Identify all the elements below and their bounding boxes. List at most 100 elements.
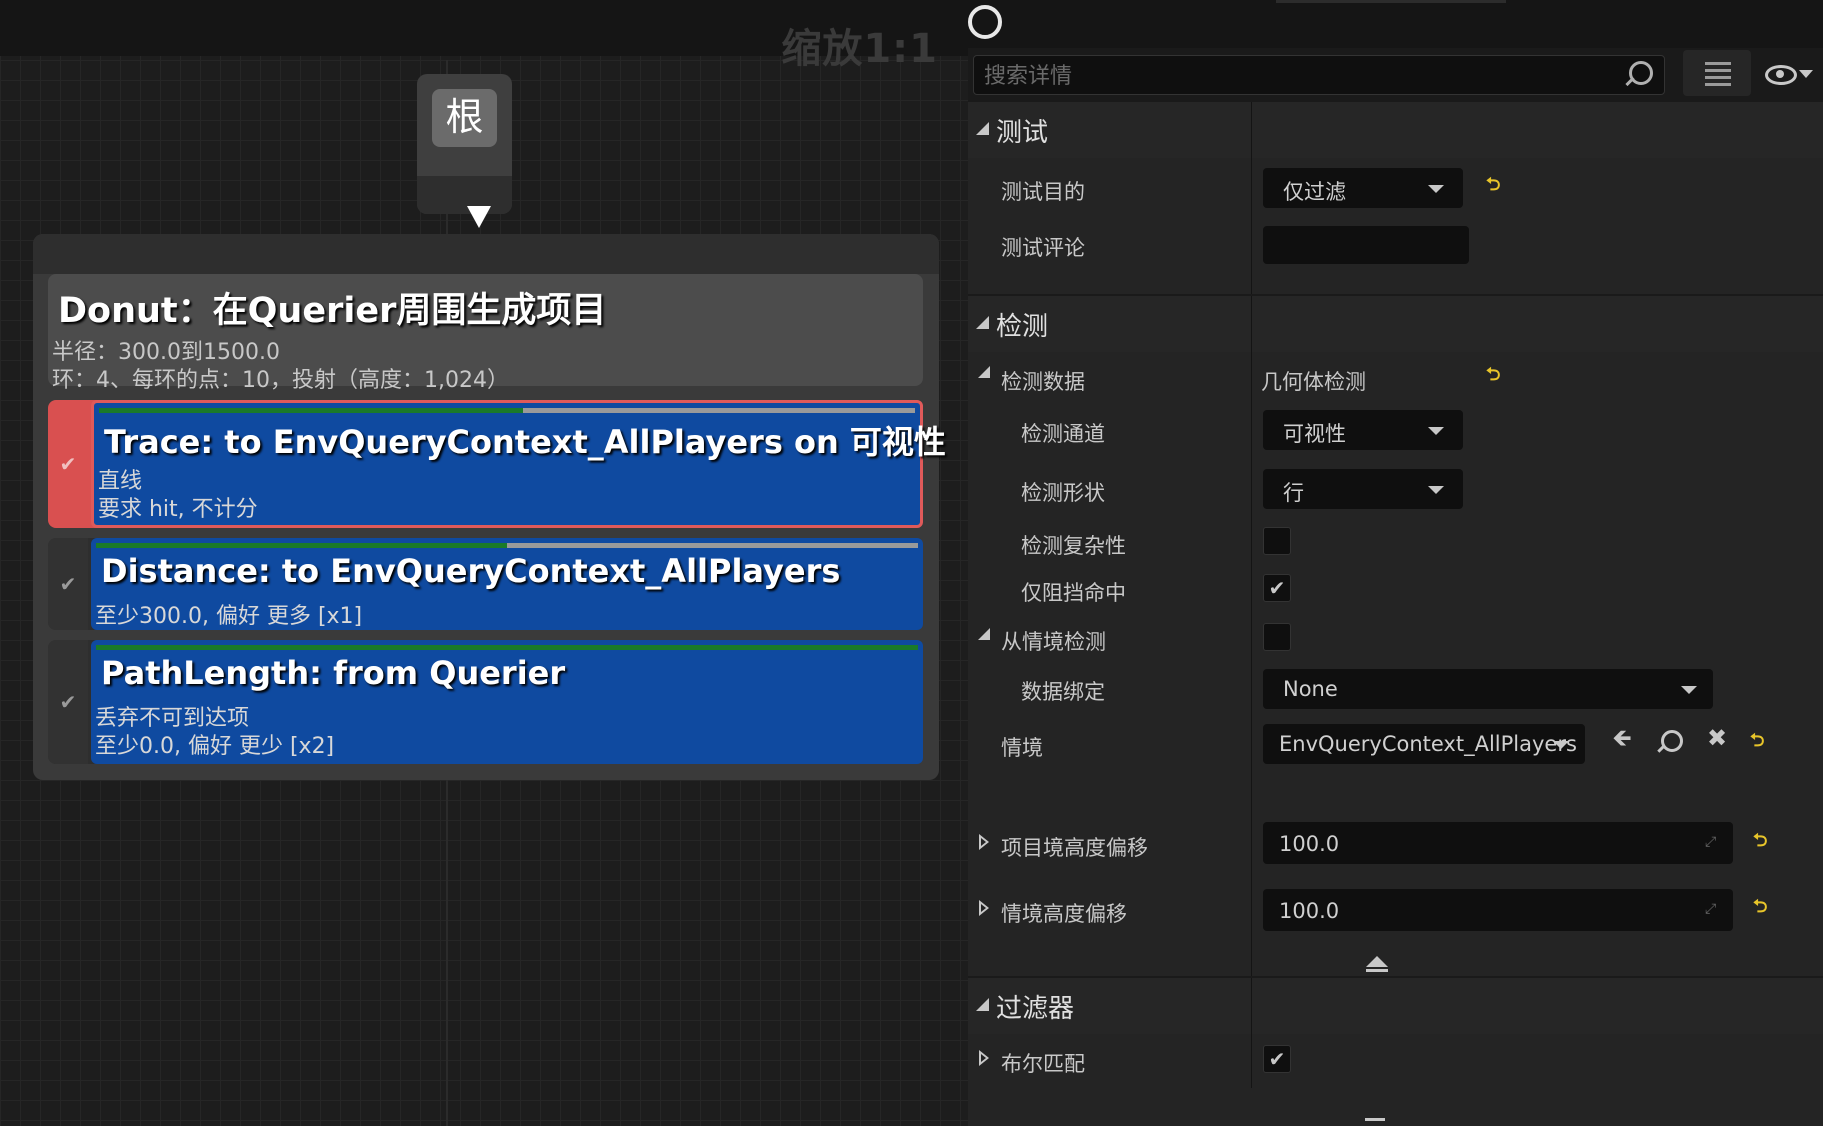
section-header-test[interactable]: 测试 <box>968 102 1823 158</box>
section-body-filter: 布尔匹配 ✔ <box>968 978 1823 1126</box>
test-body[interactable]: PathLength: from Querier 丢弃不可到达项 至少0.0, … <box>91 640 923 764</box>
expand-arrow-icon[interactable] <box>979 1050 989 1066</box>
prop-label: 项目境高度偏移 <box>1001 836 1148 860</box>
list-view-icon <box>1705 76 1731 79</box>
list-view-icon <box>1705 62 1731 65</box>
clear-x-icon[interactable]: ✖ <box>1703 724 1731 752</box>
root-node-label: 根 <box>432 89 497 147</box>
section-title: 检测 <box>996 312 1049 342</box>
number-value: 100.0 <box>1279 899 1340 923</box>
details-search[interactable] <box>973 55 1665 96</box>
context-dropdown[interactable]: EnvQueryContext_AllPlayers <box>1263 724 1585 764</box>
prop-label: 情境高度偏移 <box>1001 902 1127 926</box>
trace-from-context-checkbox[interactable] <box>1263 623 1291 651</box>
reset-arrow-icon[interactable]: ⮌ <box>1753 832 1771 850</box>
search-icon[interactable] <box>1629 61 1653 85</box>
test-weight-bar <box>99 408 915 413</box>
chevron-down-icon <box>1428 185 1444 193</box>
prop-label: 检测数据 <box>1001 370 1085 394</box>
test-body[interactable]: Trace: to EnvQueryContext_AllPlayers on … <box>91 400 946 528</box>
test-title: Trace: to EnvQueryContext_AllPlayers on … <box>104 423 946 461</box>
reset-arrow-icon[interactable]: ⮌ <box>1486 176 1504 194</box>
trace-shape-dropdown[interactable]: 行 <box>1263 469 1463 509</box>
use-selected-arrow-icon[interactable]: 🡸 <box>1608 724 1636 752</box>
root-output-arrow-icon[interactable] <box>467 206 491 228</box>
collapse-advanced-icon[interactable] <box>1366 956 1388 972</box>
dropdown-value: 仅过滤 <box>1283 180 1346 204</box>
generator-box[interactable]: Donut：在Querier周围生成项目 半径：300.0到1500.0 环：4… <box>48 274 923 393</box>
trace-channel-dropdown[interactable]: 可视性 <box>1263 410 1463 450</box>
reset-arrow-icon[interactable]: ⮌ <box>1753 898 1771 916</box>
collapse-triangle-icon <box>976 122 989 135</box>
expand-triangle-icon[interactable] <box>978 628 990 640</box>
test-detail: 至少0.0, 偏好 更少 [x2] <box>95 734 335 759</box>
graph-canvas[interactable]: 缩放1:1 根 Donut：在Querier周围生成项目 半径：300.0到15… <box>0 0 968 1126</box>
expand-corner-icon[interactable]: ⤢ <box>1705 902 1717 916</box>
chevron-down-icon <box>1428 486 1444 494</box>
details-panel: 测试 测试目的 仅过滤 ⮌ 测试评论 检测 检测数据 几何体检测 ⮌ 检测通道 … <box>968 0 1823 1126</box>
expand-corner-icon[interactable]: ⤢ <box>1705 835 1717 849</box>
section-header-trace[interactable]: 检测 <box>968 296 1823 352</box>
section-header-filter[interactable]: 过滤器 <box>968 978 1823 1034</box>
test-body[interactable]: Distance: to EnvQueryContext_AllPlayers … <box>91 538 923 630</box>
prop-label: 仅阻挡命中 <box>1021 581 1126 605</box>
list-view-button[interactable] <box>1683 50 1751 96</box>
prop-label: 测试评论 <box>1001 236 1085 260</box>
only-blocking-hits-checkbox[interactable]: ✔ <box>1263 574 1291 602</box>
reset-arrow-icon[interactable]: ⮌ <box>1750 732 1768 750</box>
test-enabled-check-icon[interactable]: ✔ <box>58 454 78 474</box>
chevron-down-icon <box>1553 741 1569 749</box>
browse-search-icon[interactable] <box>1661 730 1683 752</box>
trace-complex-checkbox[interactable] <box>1263 527 1291 555</box>
bool-match-checkbox[interactable]: ✔ <box>1263 1045 1291 1073</box>
section-body-trace: 检测数据 几何体检测 ⮌ 检测通道 可视性 检测形状 行 检测复杂性 仅阻挡命中… <box>968 296 1823 976</box>
test-comment-field[interactable] <box>1263 226 1469 264</box>
details-topbar <box>968 0 1823 48</box>
prop-label: 情境 <box>1001 736 1043 760</box>
column-divider[interactable] <box>1251 978 1252 1088</box>
generator-node[interactable]: Donut：在Querier周围生成项目 半径：300.0到1500.0 环：4… <box>33 234 946 780</box>
expand-arrow-icon[interactable] <box>979 834 989 850</box>
test-purpose-dropdown[interactable]: 仅过滤 <box>1263 168 1463 208</box>
section-title: 测试 <box>996 118 1049 148</box>
root-node-pin-area <box>417 176 512 214</box>
column-divider[interactable] <box>1251 296 1252 976</box>
test-enabled-check-icon[interactable]: ✔ <box>58 692 78 712</box>
prop-label: 检测复杂性 <box>1021 534 1126 558</box>
test-row-pathlength[interactable]: ✔ PathLength: from Querier 丢弃不可到达项 至少0.0… <box>48 640 923 764</box>
prop-label: 从情境检测 <box>1001 630 1106 654</box>
expand-arrow-icon[interactable] <box>979 900 989 916</box>
generator-rings-text: 环：4、每环的点：10，投射（高度：1,024） <box>52 368 509 393</box>
visibility-button[interactable] <box>1761 55 1821 91</box>
chevron-down-icon <box>1799 70 1813 78</box>
dropdown-value: EnvQueryContext_AllPlayers <box>1279 732 1577 756</box>
prop-label: 测试目的 <box>1001 180 1085 204</box>
context-height-offset-field[interactable]: 100.0 ⤢ <box>1263 889 1733 931</box>
eye-icon <box>1765 65 1797 85</box>
collapse-triangle-icon <box>976 998 989 1011</box>
prop-label: 检测形状 <box>1021 481 1105 505</box>
expand-more-icon[interactable] <box>1365 1118 1385 1121</box>
dropdown-value: 可视性 <box>1283 422 1346 446</box>
search-input[interactable] <box>982 56 1606 96</box>
data-binding-dropdown[interactable]: None <box>1263 669 1713 709</box>
generator-title: Donut：在Querier周围生成项目 <box>58 291 607 331</box>
reset-arrow-icon[interactable]: ⮌ <box>1486 366 1504 384</box>
test-row-distance[interactable]: ✔ Distance: to EnvQueryContext_AllPlayer… <box>48 538 923 630</box>
expand-triangle-icon[interactable] <box>978 366 990 378</box>
column-divider[interactable] <box>1251 102 1252 294</box>
prop-label: 布尔匹配 <box>1001 1052 1085 1076</box>
root-node[interactable]: 根 <box>417 74 512 214</box>
test-title: PathLength: from Querier <box>101 654 566 692</box>
prop-label: 检测通道 <box>1021 422 1105 446</box>
dropdown-value: None <box>1283 677 1338 701</box>
collapse-triangle-icon <box>976 316 989 329</box>
test-row-trace[interactable]: ✔ Trace: to EnvQueryContext_AllPlayers o… <box>48 400 946 528</box>
panel-drag-handle[interactable] <box>1276 0 1506 3</box>
test-enabled-check-icon[interactable]: ✔ <box>58 574 78 594</box>
test-weight-bar <box>96 543 918 548</box>
item-height-offset-field[interactable]: 100.0 ⤢ <box>1263 822 1733 864</box>
generator-node-input-pin-area <box>33 234 939 274</box>
prop-label: 数据绑定 <box>1021 680 1105 704</box>
status-circle-icon <box>968 5 1002 39</box>
